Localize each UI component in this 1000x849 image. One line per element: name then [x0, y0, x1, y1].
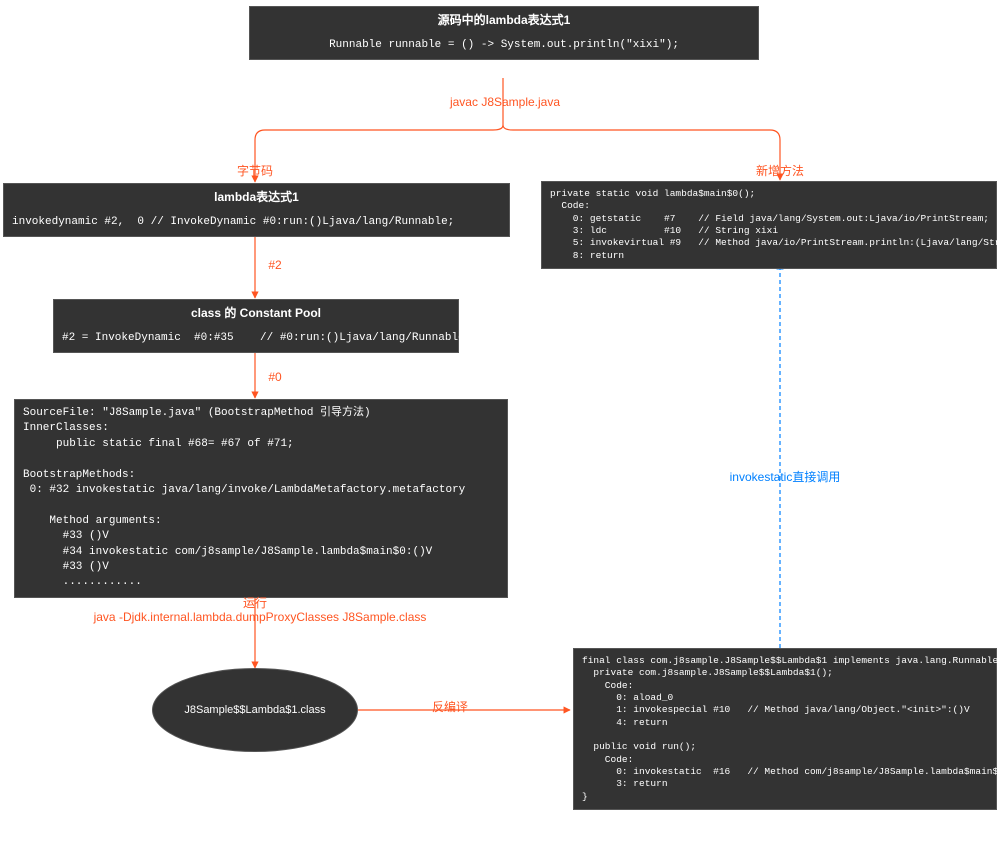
box-bootstrap-methods-code: SourceFile: "J8Sample.java" (BootstrapMe…: [15, 400, 507, 597]
box-source-lambda-title: 源码中的lambda表达式1: [250, 7, 758, 32]
box-source-lambda: 源码中的lambda表达式1 Runnable runnable = () ->…: [249, 6, 759, 60]
oval-generated-class: J8Sample$$Lambda$1.class: [152, 668, 358, 752]
label-hash2: #2: [260, 258, 290, 272]
oval-generated-class-label: J8Sample$$Lambda$1.class: [184, 704, 325, 716]
box-decompiled: final class com.j8sample.J8Sample$$Lambd…: [573, 648, 997, 810]
label-bytecode: 字节码: [225, 162, 285, 179]
box-invokedynamic-title: lambda表达式1: [4, 184, 509, 209]
box-new-method-code: private static void lambda$main$0(); Cod…: [542, 182, 996, 268]
box-constant-pool-code: #2 = InvokeDynamic #0:#35 // #0:run:()Lj…: [54, 325, 458, 352]
box-new-method: private static void lambda$main$0(); Cod…: [541, 181, 997, 269]
box-constant-pool: class 的 Constant Pool #2 = InvokeDynamic…: [53, 299, 459, 353]
label-hash0: #0: [260, 370, 290, 384]
label-java-cmd: java -Djdk.internal.lambda.dumpProxyClas…: [85, 610, 435, 624]
box-bootstrap-methods: SourceFile: "J8Sample.java" (BootstrapMe…: [14, 399, 508, 598]
label-newmethod: 新增方法: [750, 162, 810, 179]
label-decompile: 反编译: [420, 698, 480, 715]
box-invokedynamic-code: invokedynamic #2, 0 // InvokeDynamic #0:…: [4, 209, 509, 236]
box-decompiled-code: final class com.j8sample.J8Sample$$Lambd…: [574, 649, 996, 809]
box-constant-pool-title: class 的 Constant Pool: [54, 300, 458, 325]
box-invokedynamic: lambda表达式1 invokedynamic #2, 0 // Invoke…: [3, 183, 510, 237]
label-invokestatic: invokestatic直接调用: [710, 468, 860, 485]
box-source-lambda-code: Runnable runnable = () -> System.out.pri…: [250, 32, 758, 59]
label-run: 运行: [235, 594, 275, 611]
label-javac: javac J8Sample.java: [430, 95, 580, 109]
